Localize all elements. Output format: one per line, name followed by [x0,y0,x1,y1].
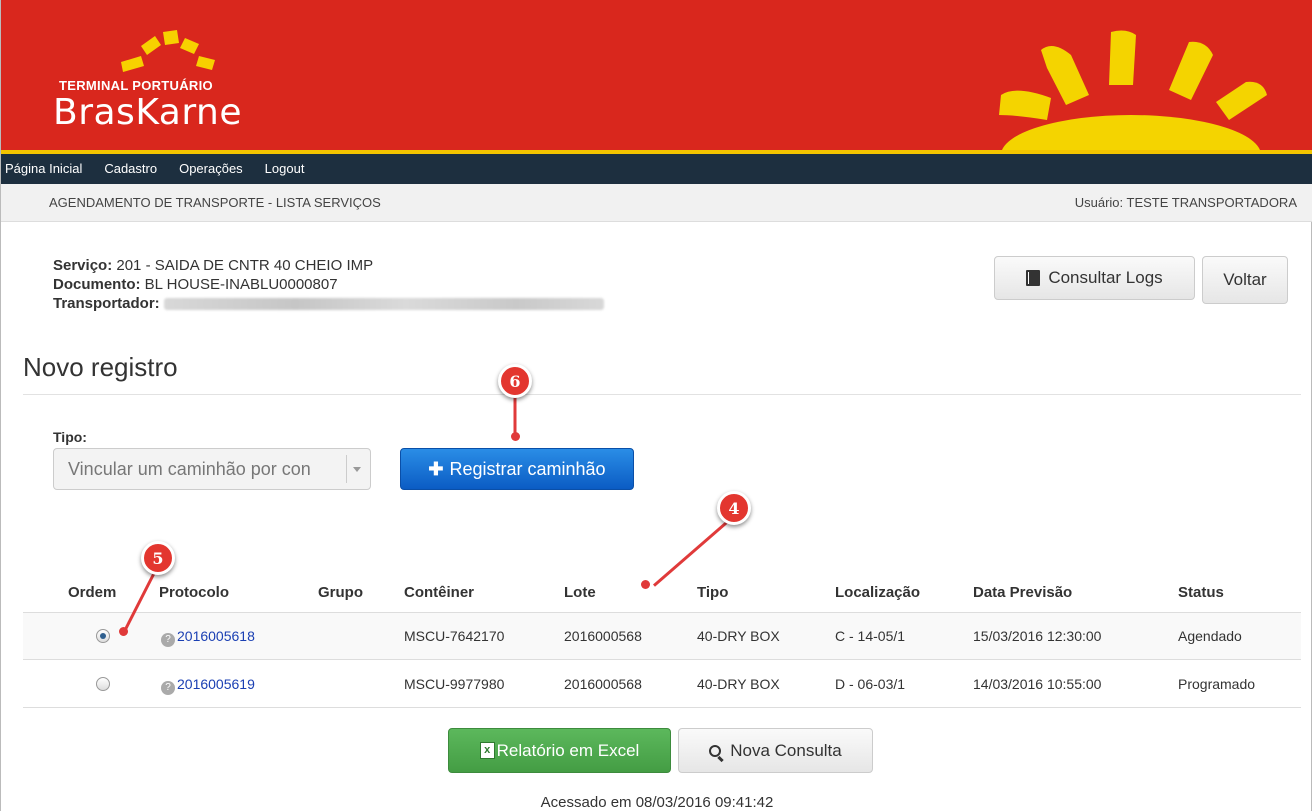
section-title: Novo registro [23,352,178,382]
logo-subtitle: TERMINAL PORTUÁRIO [59,78,213,93]
page: TERMINAL PORTUÁRIO BrasKarne Página Inic… [0,0,1312,811]
access-timestamp: Acessado em 08/03/2016 09:41:42 [540,794,774,811]
documento-value: BL HOUSE-INABLU0000807 [140,276,338,293]
tipo-label: Tipo: [53,429,87,445]
nova-consulta-button[interactable]: Nova Consulta [678,728,873,773]
table-row: ? 2016005618 MSCU-7642170 2016000568 40-D… [23,613,1301,660]
breadcrumb-bar: AGENDAMENTO DE TRANSPORTE - LISTA SERVIÇ… [1,184,1312,222]
col-lote: Lote [564,584,596,601]
callout-5-badge: 5 [141,541,175,575]
lote-cell: 2016000568 [564,628,642,644]
protocolo-link[interactable]: 2016005618 [177,628,255,644]
conteiner-cell: MSCU-9977980 [404,676,505,692]
book-icon [1026,270,1041,286]
status-cell: Agendado [1178,628,1242,644]
col-grupo: Grupo [318,584,363,601]
tipo-select[interactable]: Vincular um caminhão por con [53,448,371,490]
tipo-cell: 40-DRY BOX [697,676,780,692]
col-ordem: Ordem [68,584,117,601]
nova-consulta-label: Nova Consulta [730,740,842,760]
main-nav: Página Inicial Cadastro Operações Logout [1,154,1312,184]
data-previsao-cell: 14/03/2016 10:55:00 [973,676,1102,692]
page-heading: AGENDAMENTO DE TRANSPORTE - LISTA SERVIÇ… [49,195,381,210]
callout-4-badge: 4 [717,491,751,525]
col-localizacao: Localização [835,584,921,601]
plus-icon: ✚ [428,458,444,479]
help-icon[interactable]: ? [161,633,175,647]
nav-item-operacoes[interactable]: Operações [171,154,253,184]
row-select-radio[interactable] [96,629,110,643]
excel-icon: x [479,742,495,759]
nav-item-cadastro[interactable]: Cadastro [96,154,167,184]
col-data-previsao: Data Previsão [973,584,1073,601]
status-cell: Programado [1178,676,1256,692]
braskarne-logo[interactable]: TERMINAL PORTUÁRIO BrasKarne [53,28,273,138]
logo-sun-icon [121,30,215,72]
chevron-down-icon[interactable] [346,455,366,483]
protocolo-cell: ? 2016005618 [161,613,255,659]
service-info: Serviço: 201 - SAIDA DE CNTR 40 CHEIO IM… [53,256,604,313]
user-label: Usuário: TESTE TRANSPORTADORA [1074,195,1297,210]
col-conteiner: Contêiner [404,584,475,601]
localizacao-cell: D - 06-03/1 [835,676,906,692]
servico-label: Serviço: [53,257,113,274]
servico-value: 201 - SAIDA DE CNTR 40 CHEIO IMP [112,257,374,274]
sun-decoration-icon [999,30,1267,150]
help-icon[interactable]: ? [161,681,175,695]
conteiner-cell: MSCU-7642170 [404,628,505,644]
protocolo-cell: ? 2016005619 [161,661,255,707]
protocolo-link[interactable]: 2016005619 [177,676,255,692]
callout-6-dot [511,432,520,441]
relatorio-excel-label: Relatório em Excel [496,740,640,760]
consultar-logs-label: Consultar Logs [1048,268,1163,287]
callout-6-badge: 6 [498,364,532,398]
row-select-radio[interactable] [96,677,110,691]
relatorio-excel-button[interactable]: x Relatório em Excel [448,728,671,773]
lote-cell: 2016000568 [564,676,642,692]
nav-item-home[interactable]: Página Inicial [1,154,92,184]
table-row: ? 2016005619 MSCU-9977980 2016000568 40-D… [23,661,1301,708]
tipo-cell: 40-DRY BOX [697,628,780,644]
transportador-value-redacted [163,298,604,311]
header-banner: TERMINAL PORTUÁRIO BrasKarne [1,0,1312,150]
col-protocolo: Protocolo [159,584,229,601]
localizacao-cell: C - 14-05/1 [835,628,906,644]
section-divider [23,394,1301,395]
documento-label: Documento: [53,276,141,293]
callout-4-dot [641,580,650,589]
logo-wordmark: BrasKarne [53,92,242,133]
transportador-label: Transportador: [53,295,160,312]
registrar-caminhao-label: Registrar caminhão [449,458,606,479]
registrar-caminhao-button[interactable]: ✚ Registrar caminhão [400,448,634,490]
consultar-logs-button[interactable]: Consultar Logs [994,256,1195,300]
search-icon [709,744,722,757]
data-previsao-cell: 15/03/2016 12:30:00 [973,628,1102,644]
col-status: Status [1178,584,1224,601]
callout-6-line [513,393,517,438]
tipo-select-value: Vincular um caminhão por con [68,459,311,479]
callout-4-line [652,512,738,587]
nav-item-logout[interactable]: Logout [257,154,315,184]
callout-5-dot [119,627,128,636]
voltar-button[interactable]: Voltar [1202,256,1288,304]
col-tipo: Tipo [697,584,729,601]
